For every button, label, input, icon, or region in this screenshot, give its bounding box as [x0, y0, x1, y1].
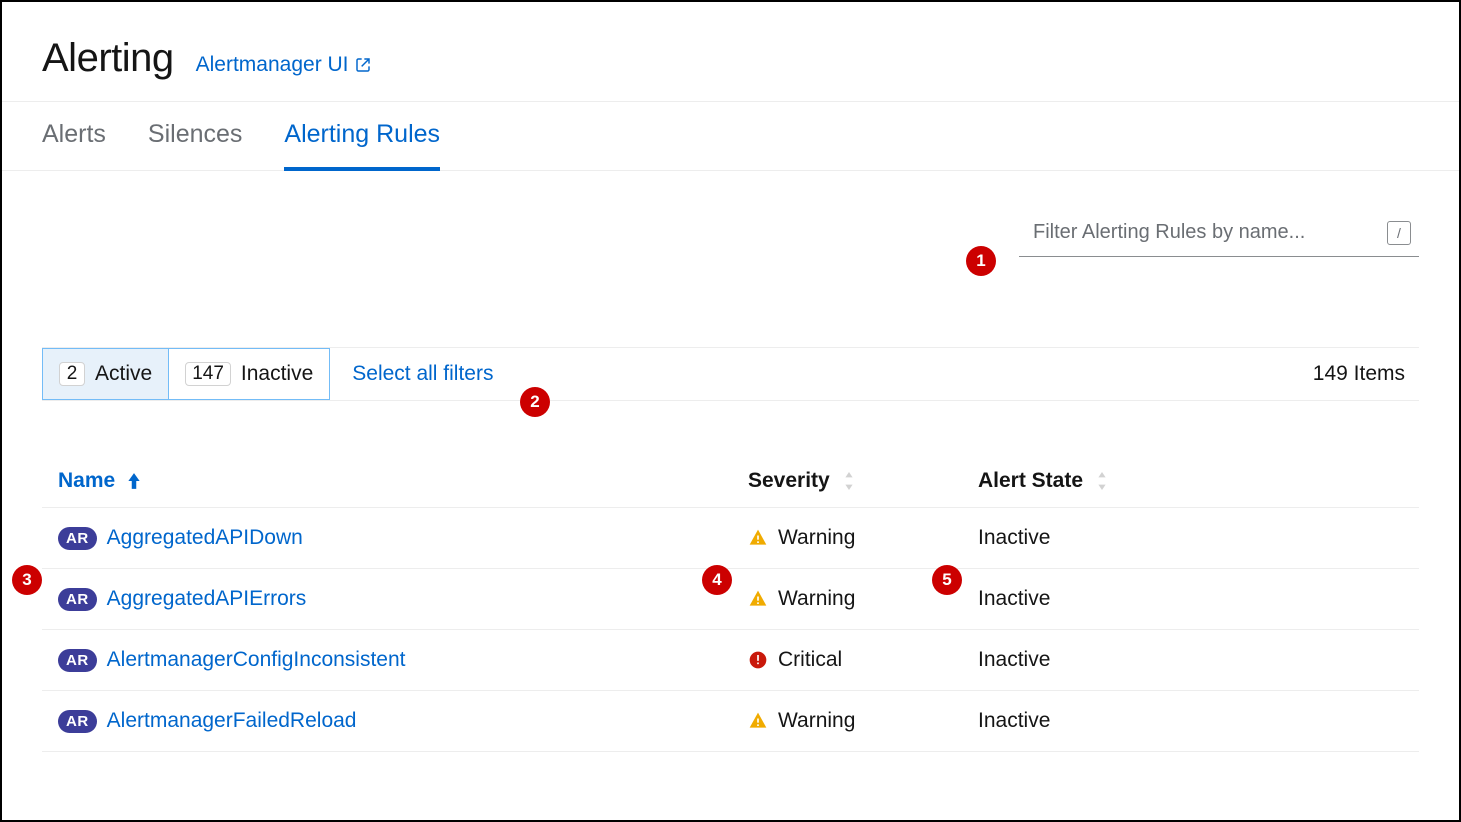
state-label: Inactive [978, 587, 1419, 611]
filter-active-label: Active [95, 362, 152, 386]
critical-icon [748, 650, 768, 670]
severity-label: Warning [778, 526, 855, 550]
severity-label: Warning [778, 587, 855, 611]
callout-3: 3 [12, 565, 42, 595]
filter-inactive-label: Inactive [241, 362, 313, 386]
warning-icon [748, 528, 768, 548]
callout-1: 1 [966, 246, 996, 276]
tab-silences[interactable]: Silences [148, 102, 243, 171]
filter-inactive[interactable]: 147 Inactive [168, 349, 329, 399]
filter-toolbar: 2 Active 147 Inactive Select all filters… [42, 347, 1419, 401]
rule-link[interactable]: AggregatedAPIDown [107, 526, 303, 550]
state-label: Inactive [978, 648, 1419, 672]
resource-badge: AR [58, 649, 97, 672]
state-label: Inactive [978, 709, 1419, 733]
severity-label: Warning [778, 709, 855, 733]
state-filter-group: 2 Active 147 Inactive [42, 348, 330, 400]
resource-badge: AR [58, 588, 97, 611]
column-name-label: Name [58, 469, 115, 493]
filter-input[interactable] [1019, 209, 1419, 257]
rule-link[interactable]: AlertmanagerConfigInconsistent [107, 648, 406, 672]
tab-alerting-rules[interactable]: Alerting Rules [284, 102, 440, 171]
callout-2: 2 [520, 387, 550, 417]
page-title: Alerting [42, 36, 174, 81]
resource-badge: AR [58, 710, 97, 733]
tabs: Alerts Silences Alerting Rules [2, 101, 1459, 171]
column-severity-label: Severity [748, 469, 830, 493]
select-all-filters-link[interactable]: Select all filters [330, 348, 493, 400]
tab-alerts[interactable]: Alerts [42, 102, 106, 171]
callout-5: 5 [932, 565, 962, 595]
sort-icon [1095, 472, 1109, 490]
keyboard-shortcut-badge: / [1387, 221, 1411, 245]
search-wrap: / [1019, 209, 1419, 257]
page-header: Alerting Alertmanager UI [2, 2, 1459, 101]
alertmanager-ui-link[interactable]: Alertmanager UI [196, 53, 371, 77]
sort-asc-icon [127, 472, 141, 490]
rules-table: Name Severity Alert State AR [42, 457, 1419, 752]
external-link-icon [355, 57, 371, 73]
callout-4: 4 [702, 565, 732, 595]
sort-icon [842, 472, 856, 490]
item-count: 149 Items [1313, 348, 1419, 400]
filter-active[interactable]: 2 Active [43, 349, 168, 399]
table-header: Name Severity Alert State [42, 457, 1419, 508]
rule-link[interactable]: AggregatedAPIErrors [107, 587, 307, 611]
filter-inactive-count: 147 [185, 362, 231, 386]
table-row: AR AlertmanagerFailedReload Warning Inac… [42, 691, 1419, 752]
table-row: AR AggregatedAPIDown Warning Inactive [42, 508, 1419, 569]
state-label: Inactive [978, 526, 1419, 550]
warning-icon [748, 589, 768, 609]
severity-label: Critical [778, 648, 842, 672]
table-row: AR AlertmanagerConfigInconsistent Critic… [42, 630, 1419, 691]
column-name[interactable]: Name [58, 469, 748, 493]
filter-row: / [2, 171, 1459, 257]
warning-icon [748, 711, 768, 731]
column-alert-state-label: Alert State [978, 469, 1083, 493]
rule-link[interactable]: AlertmanagerFailedReload [107, 709, 357, 733]
resource-badge: AR [58, 527, 97, 550]
column-alert-state[interactable]: Alert State [978, 469, 1419, 493]
filter-active-count: 2 [59, 362, 85, 386]
column-severity[interactable]: Severity [748, 469, 978, 493]
alertmanager-ui-link-label: Alertmanager UI [196, 53, 349, 77]
